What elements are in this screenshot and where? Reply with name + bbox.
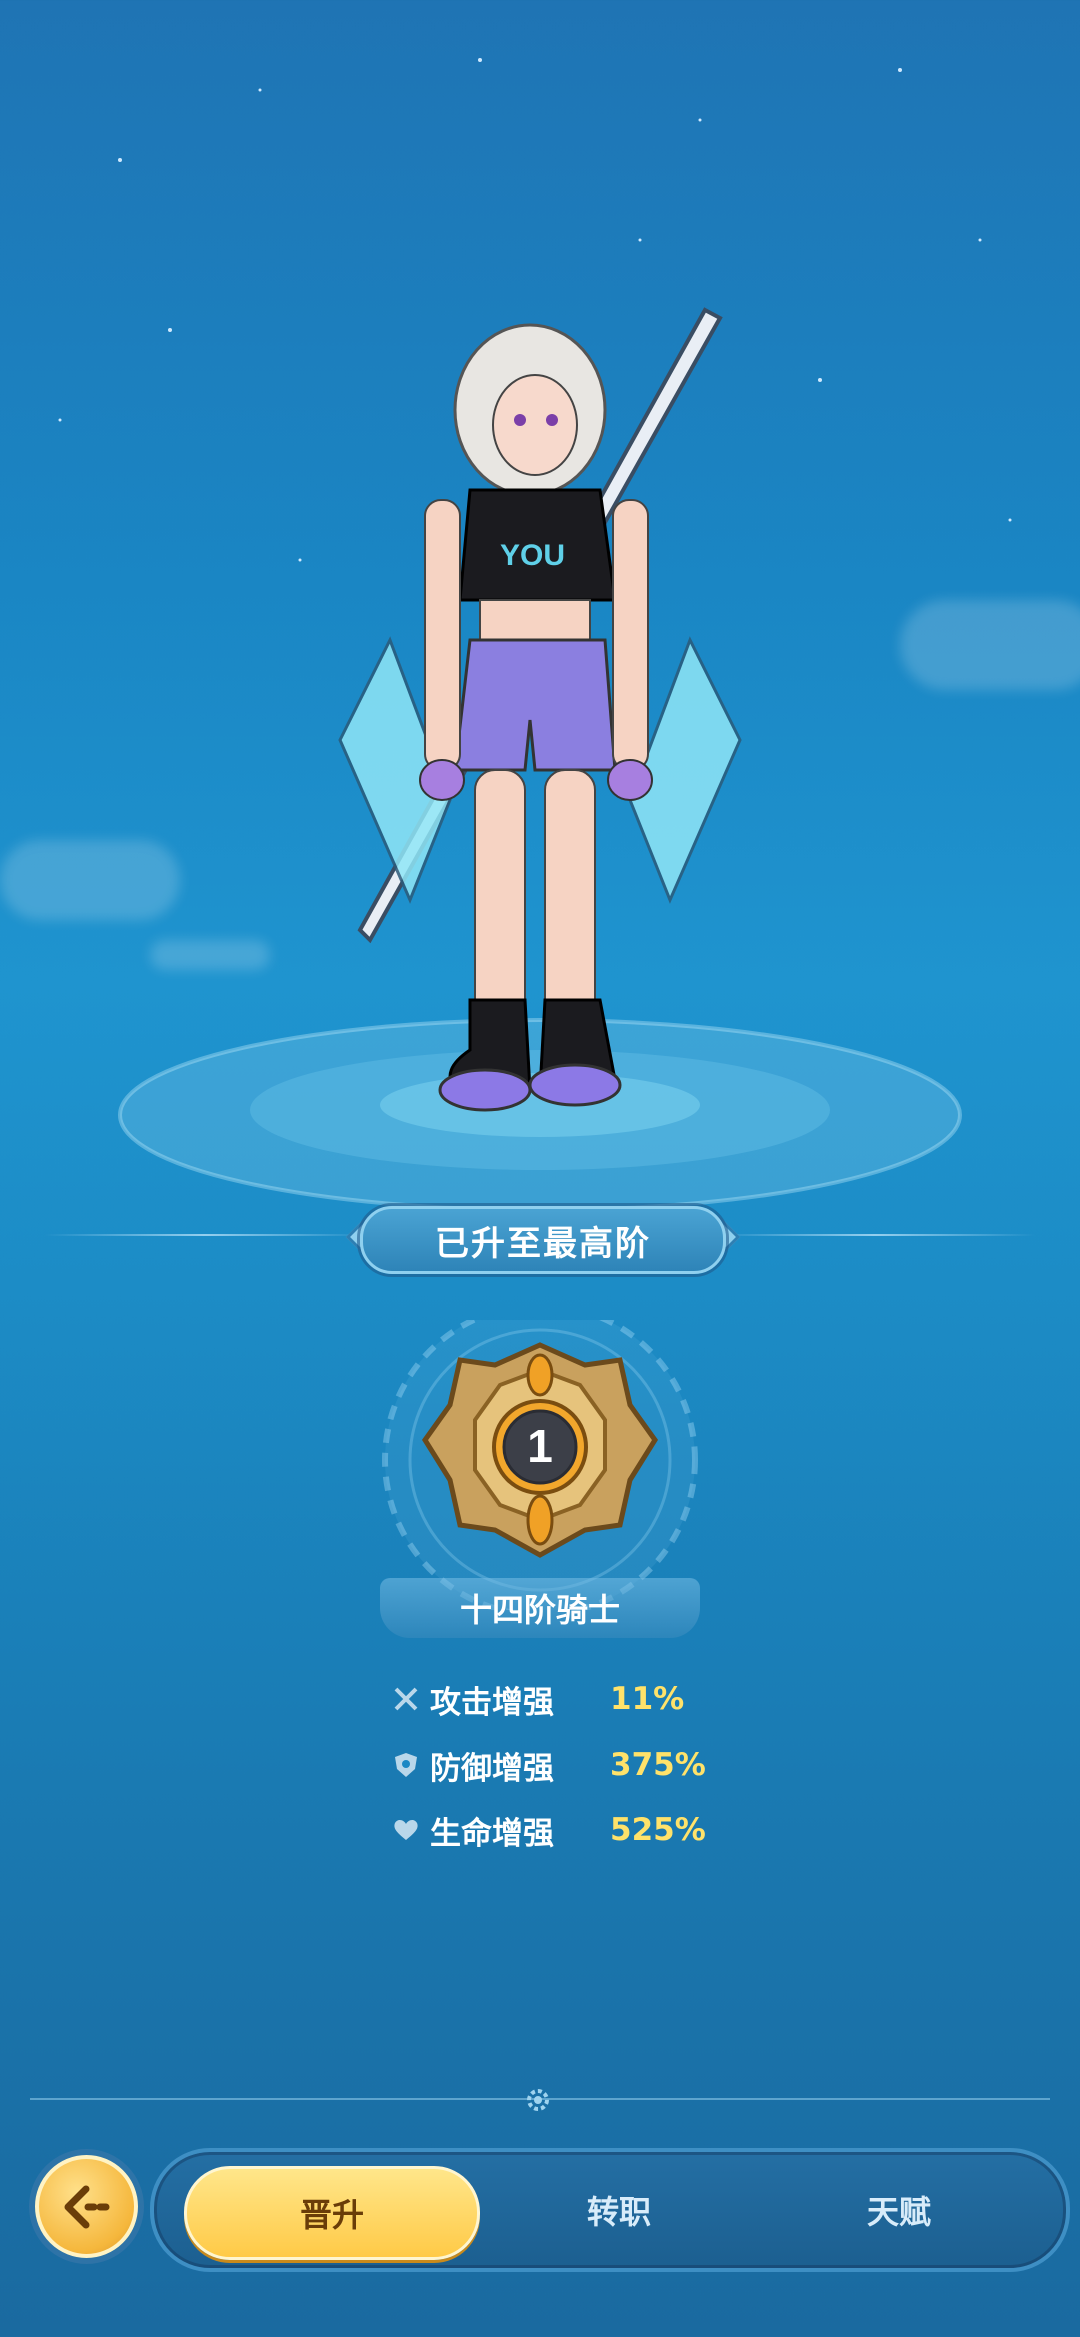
svg-text:YOU: YOU — [500, 539, 565, 572]
tab-label: 转职 — [586, 2193, 651, 2231]
cloud-decoration — [900, 600, 1080, 690]
character-model[interactable]: YOU — [330, 300, 750, 1180]
tab-label: 天赋 — [866, 2193, 931, 2231]
rank-number: 1 — [527, 1420, 553, 1472]
crossed-swords-icon — [390, 1683, 422, 1715]
stat-value: 525% — [610, 1812, 706, 1848]
cloud-decoration — [150, 940, 270, 970]
stat-label: 攻击增强 — [430, 1684, 554, 1721]
stat-value: 11% — [610, 1681, 685, 1717]
heart-icon — [390, 1814, 422, 1846]
divider-line — [45, 1234, 365, 1236]
tab-label: 晋升 — [299, 2196, 364, 2234]
bottom-tab-bar: 晋升 转职 天赋 — [150, 2148, 1070, 2272]
stat-label: 防御增强 — [430, 1750, 554, 1787]
shield-icon — [390, 1749, 422, 1781]
gear-ornament-icon — [527, 2089, 549, 2111]
cloud-decoration — [0, 840, 180, 920]
stat-label: 生命增强 — [430, 1815, 554, 1852]
stat-row-attack: 攻击增强 11% — [390, 1674, 684, 1724]
max-rank-banner: 已升至最高阶 — [360, 1206, 726, 1274]
tab-promote[interactable]: 晋升 — [184, 2166, 480, 2260]
stat-row-health: 生命增强 525% — [390, 1805, 706, 1855]
max-rank-text: 已升至最高阶 — [435, 1223, 651, 1264]
rank-title: 十四阶骑士 — [380, 1578, 700, 1638]
stat-row-defense: 防御增强 375% — [390, 1740, 706, 1790]
rank-emblem: 1 — [382, 1320, 698, 1610]
tab-job-change[interactable]: 转职 — [484, 2166, 754, 2254]
back-button[interactable] — [35, 2155, 138, 2258]
stat-value: 375% — [610, 1747, 706, 1783]
rank-title-text: 十四阶骑士 — [459, 1591, 620, 1629]
back-arrow-icon — [64, 2185, 109, 2228]
tab-talent[interactable]: 天赋 — [764, 2166, 1034, 2254]
divider-line — [715, 1234, 1035, 1236]
